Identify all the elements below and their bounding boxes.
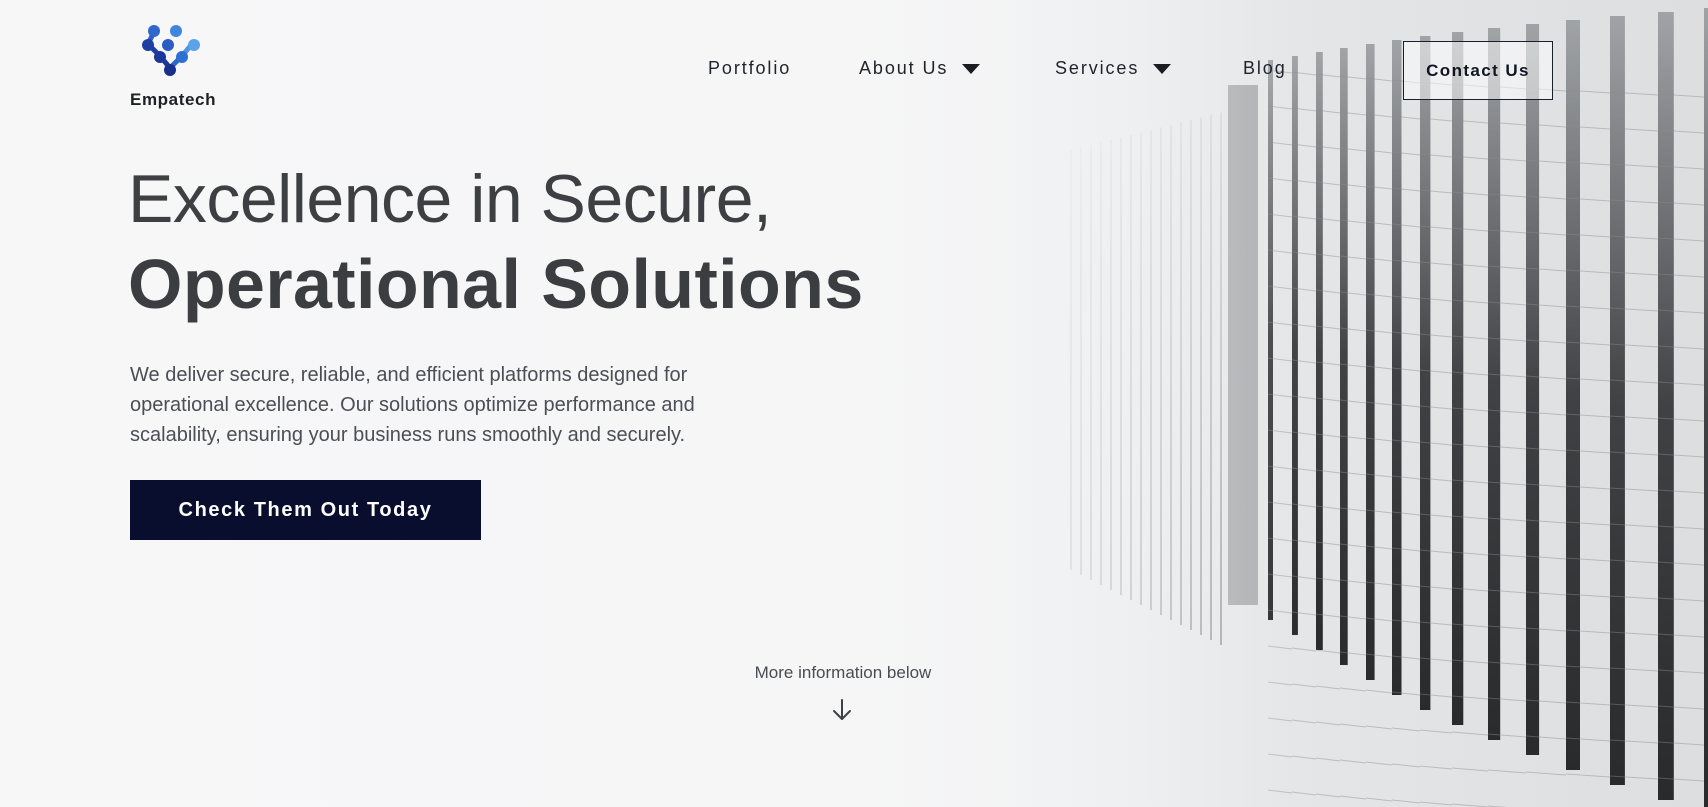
nav-item-label: About Us (859, 58, 949, 78)
caret-down-icon (1153, 63, 1172, 74)
check-them-out-button[interactable]: Check Them Out Today (130, 480, 481, 540)
nav-item-label: Portfolio (708, 58, 792, 78)
hero-headline-line2: Operational Solutions (128, 245, 864, 323)
brand-logo[interactable]: Empatech (130, 24, 230, 110)
brand-name: Empatech (130, 90, 217, 109)
molecule-logo-icon (142, 25, 200, 76)
contact-us-button[interactable]: Contact Us (1403, 41, 1553, 100)
arrow-down-icon[interactable] (832, 698, 852, 722)
nav-item-about-us[interactable]: About Us (859, 58, 981, 79)
more-info-label: More information below (754, 663, 932, 682)
nav-item-blog[interactable]: Blog (1243, 58, 1287, 79)
caret-down-icon (962, 63, 981, 74)
nav-item-label: Blog (1243, 58, 1287, 78)
hero-headline-line1: Excellence in Secure, (128, 161, 772, 237)
hero-description: We deliver secure, reliable, and efficie… (130, 364, 695, 446)
nav-item-services[interactable]: Services (1055, 58, 1172, 79)
nav-item-portfolio[interactable]: Portfolio (708, 58, 791, 79)
nav-item-label: Services (1055, 58, 1140, 78)
